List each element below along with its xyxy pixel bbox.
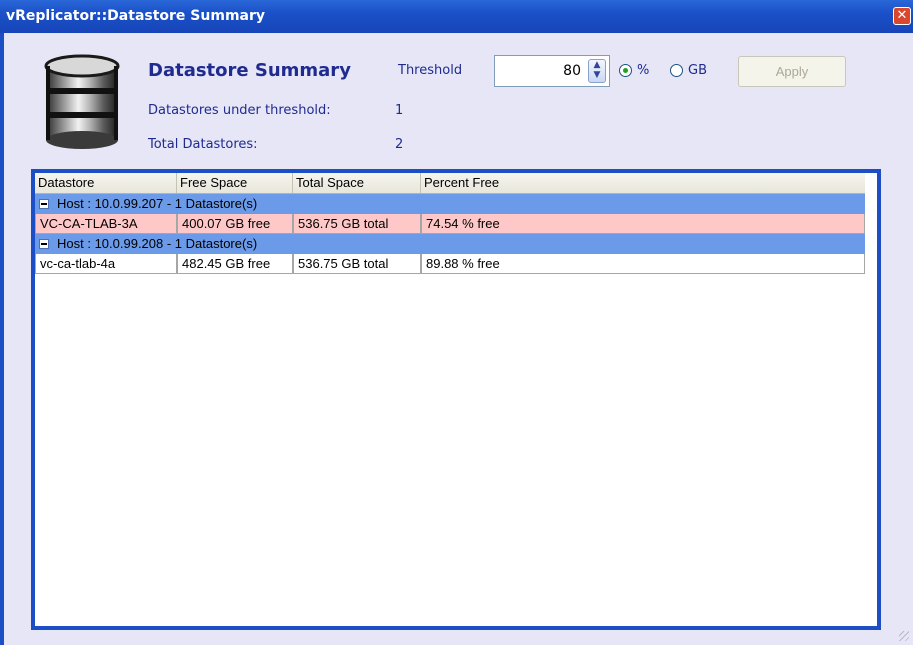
- column-header-percent-free[interactable]: Percent Free: [421, 173, 865, 193]
- window-title: vReplicator::Datastore Summary: [6, 8, 266, 24]
- close-icon: ✕: [896, 8, 908, 23]
- cell-datastore: VC-CA-TLAB-3A: [35, 214, 177, 233]
- summary-heading: Datastore Summary: [148, 60, 351, 81]
- column-header-total-space[interactable]: Total Space: [293, 173, 421, 193]
- gb-radio[interactable]: [670, 64, 683, 77]
- column-header-datastore[interactable]: Datastore: [35, 173, 177, 193]
- gb-radio-label[interactable]: GB: [688, 63, 707, 78]
- collapse-minus-icon[interactable]: [39, 239, 49, 249]
- total-datastores-label: Total Datastores:: [148, 137, 258, 152]
- cell-total-space: 536.75 GB total: [293, 254, 421, 273]
- grid-header: Datastore Free Space Total Space Percent…: [35, 173, 865, 194]
- cell-datastore: vc-ca-tlab-4a: [35, 254, 177, 273]
- apply-button[interactable]: Apply: [738, 56, 846, 87]
- percent-radio[interactable]: [619, 64, 632, 77]
- cell-free-space: 400.07 GB free: [177, 214, 293, 233]
- cell-free-space: 482.45 GB free: [177, 254, 293, 273]
- collapse-minus-icon[interactable]: [39, 199, 49, 209]
- under-threshold-label: Datastores under threshold:: [148, 103, 331, 118]
- resize-grip[interactable]: [899, 631, 909, 641]
- datastore-grid-frame: Datastore Free Space Total Space Percent…: [31, 169, 881, 630]
- under-threshold-value: 1: [395, 103, 404, 118]
- datastore-summary-window: vReplicator::Datastore Summary ✕ Datasto…: [0, 0, 913, 645]
- cell-total-space: 536.75 GB total: [293, 214, 421, 233]
- close-button[interactable]: ✕: [893, 7, 911, 25]
- group-row[interactable]: Host : 10.0.99.208 - 1 Datastore(s): [35, 234, 865, 254]
- table-row[interactable]: vc-ca-tlab-4a 482.45 GB free 536.75 GB t…: [35, 254, 865, 274]
- datastore-grid[interactable]: Datastore Free Space Total Space Percent…: [35, 173, 877, 626]
- total-datastores-value: 2: [395, 137, 404, 152]
- window-border-left: [0, 33, 4, 645]
- database-icon: [44, 54, 120, 149]
- cell-percent-free: 74.54 % free: [421, 214, 865, 233]
- threshold-label: Threshold: [398, 63, 463, 78]
- column-header-free-space[interactable]: Free Space: [177, 173, 293, 193]
- threshold-spinner[interactable]: 80 ▲ ▼: [494, 55, 610, 87]
- cell-percent-free: 89.88 % free: [421, 254, 865, 273]
- group-header-text: Host : 10.0.99.207 - 1 Datastore(s): [57, 196, 258, 211]
- percent-radio-label[interactable]: %: [637, 63, 649, 78]
- spinner-arrows-icon[interactable]: ▲ ▼: [588, 59, 606, 83]
- threshold-value[interactable]: 80: [563, 63, 581, 79]
- group-header-text: Host : 10.0.99.208 - 1 Datastore(s): [57, 236, 258, 251]
- table-row[interactable]: VC-CA-TLAB-3A 400.07 GB free 536.75 GB t…: [35, 214, 865, 234]
- radio-selected-dot: [623, 68, 628, 73]
- title-bar[interactable]: vReplicator::Datastore Summary ✕: [0, 0, 913, 33]
- group-row[interactable]: Host : 10.0.99.207 - 1 Datastore(s): [35, 194, 865, 214]
